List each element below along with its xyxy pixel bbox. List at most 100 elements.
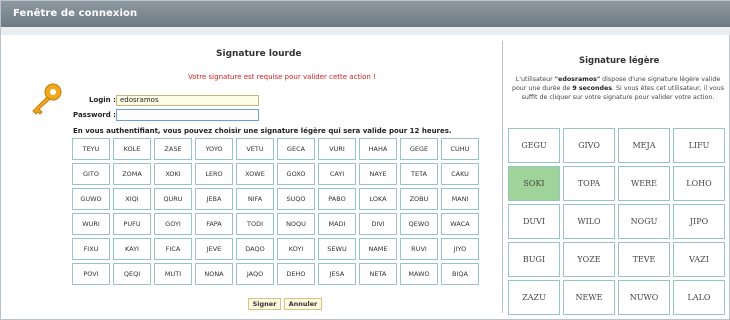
heavy-code-cell[interactable]: NETA: [359, 263, 397, 285]
heavy-code-cell[interactable]: KOLE: [113, 138, 151, 160]
light-signature-grid: GEGU GIVO MEJA LIFU SOKI TOPA WERE LOHO DUVI WILO…: [508, 128, 725, 315]
heavy-code-cell[interactable]: GECA: [277, 138, 315, 160]
heavy-code-cell[interactable]: GEGE: [400, 138, 438, 160]
light-code-cell[interactable]: LIFU: [673, 128, 725, 163]
heavy-code-cell[interactable]: WACA: [441, 213, 479, 235]
light-code-cell[interactable]: GIVO: [563, 128, 615, 163]
heavy-code-cell[interactable]: ZASE: [154, 138, 192, 160]
heavy-code-cell[interactable]: RUVI: [400, 238, 438, 260]
light-code-cell[interactable]: NUWO: [618, 280, 670, 315]
heavy-code-cell[interactable]: WURI: [72, 213, 110, 235]
heavy-code-cell[interactable]: NAYE: [359, 163, 397, 185]
heavy-code-cell[interactable]: CAKU: [441, 163, 479, 185]
light-signature-title: Signature légère: [579, 56, 660, 66]
heavy-code-cell[interactable]: JIYO: [441, 238, 479, 260]
heavy-code-cell[interactable]: SEWU: [318, 238, 356, 260]
light-code-cell[interactable]: GEGU: [508, 128, 560, 163]
heavy-code-cell[interactable]: QURU: [154, 188, 192, 210]
light-code-cell[interactable]: DUVI: [508, 204, 560, 239]
light-code-cell[interactable]: MEJA: [618, 128, 670, 163]
heavy-code-cell[interactable]: JAQO: [236, 263, 274, 285]
light-code-cell[interactable]: TOPA: [563, 166, 615, 201]
heavy-code-cell[interactable]: TODI: [236, 213, 274, 235]
key-icon: [32, 83, 62, 115]
heavy-code-cell[interactable]: MANI: [441, 188, 479, 210]
heavy-code-cell[interactable]: MUTI: [154, 263, 192, 285]
light-code-cell[interactable]: WILO: [563, 204, 615, 239]
heavy-code-cell[interactable]: ZOMA: [113, 163, 151, 185]
heavy-code-cell[interactable]: VETU: [236, 138, 274, 160]
heavy-code-cell[interactable]: TETA: [400, 163, 438, 185]
heavy-code-cell[interactable]: DEHO: [277, 263, 315, 285]
light-signature-info: En vous authentifiant, vous pouvez chois…: [73, 127, 452, 135]
heavy-code-cell[interactable]: MAWO: [400, 263, 438, 285]
light-code-cell[interactable]: VAZI: [673, 242, 725, 277]
heavy-code-cell[interactable]: POVI: [72, 263, 110, 285]
light-code-cell[interactable]: NEWE: [563, 280, 615, 315]
heavy-code-cell[interactable]: CAYI: [318, 163, 356, 185]
heavy-code-cell[interactable]: BIQA: [441, 263, 479, 285]
heavy-code-cell[interactable]: FAPA: [195, 213, 233, 235]
heavy-code-cell[interactable]: XOKI: [154, 163, 192, 185]
heavy-code-cell[interactable]: LERO: [195, 163, 233, 185]
heavy-code-cell[interactable]: JESA: [318, 263, 356, 285]
login-window: Fenêtre de connexion Signature lourde Vo…: [0, 0, 730, 320]
desc-prefix: L'utilisateur: [515, 76, 555, 83]
heavy-code-cell[interactable]: NONA: [195, 263, 233, 285]
heavy-code-cell[interactable]: PUFU: [113, 213, 151, 235]
light-code-cell[interactable]: WERE: [618, 166, 670, 201]
heavy-code-cell[interactable]: MADI: [318, 213, 356, 235]
password-label: Password :: [73, 111, 116, 119]
heavy-code-cell[interactable]: GITO: [72, 163, 110, 185]
heavy-code-cell[interactable]: XIQI: [113, 188, 151, 210]
heavy-code-cell[interactable]: SUQO: [277, 188, 315, 210]
window-title: Fenêtre de connexion: [1, 1, 730, 27]
light-code-cell[interactable]: LALO: [673, 280, 725, 315]
light-code-cell[interactable]: TEVE: [618, 242, 670, 277]
heavy-code-cell[interactable]: NOQU: [277, 213, 315, 235]
heavy-code-cell[interactable]: NAME: [359, 238, 397, 260]
heavy-code-cell[interactable]: KOYI: [277, 238, 315, 260]
desc-duration: 9 secondes: [572, 85, 612, 92]
heavy-code-cell[interactable]: FICA: [154, 238, 192, 260]
heavy-code-cell[interactable]: ZOBU: [400, 188, 438, 210]
heavy-code-cell[interactable]: PABO: [318, 188, 356, 210]
light-code-cell[interactable]: JIPO: [673, 204, 725, 239]
heavy-code-cell[interactable]: LOKA: [359, 188, 397, 210]
heavy-code-cell[interactable]: XOWE: [236, 163, 274, 185]
cancel-button[interactable]: Annuler: [284, 298, 322, 310]
heavy-code-cell[interactable]: TEYU: [72, 138, 110, 160]
heavy-code-cell[interactable]: HAHA: [359, 138, 397, 160]
login-field[interactable]: edosramos: [116, 95, 259, 106]
desc-user: "edosramos": [554, 76, 601, 83]
title-separator: [1, 27, 730, 35]
heavy-code-cell[interactable]: QEQI: [113, 263, 151, 285]
heavy-code-cell[interactable]: CUHU: [441, 138, 479, 160]
heavy-code-cell[interactable]: FIXU: [72, 238, 110, 260]
heavy-signature-grid: TEYU KOLE ZASE YOYO VETU GECA VURI HAHA GEGE CUHU…: [72, 138, 479, 285]
heavy-code-cell[interactable]: QEWO: [400, 213, 438, 235]
sign-button[interactable]: Signer: [248, 298, 281, 310]
heavy-code-cell[interactable]: KAYI: [113, 238, 151, 260]
heavy-code-cell[interactable]: DAQO: [236, 238, 274, 260]
light-code-cell[interactable]: SOKI: [508, 166, 560, 201]
light-signature-description: L'utilisateur "edosramos" dispose d'une …: [509, 75, 727, 102]
heavy-code-cell[interactable]: YOYO: [195, 138, 233, 160]
password-field[interactable]: [116, 109, 259, 121]
signature-required-warning: Votre signature est requise pour valider…: [188, 73, 376, 81]
light-code-cell[interactable]: NOGU: [618, 204, 670, 239]
heavy-code-cell[interactable]: DIVI: [359, 213, 397, 235]
heavy-code-cell[interactable]: VURI: [318, 138, 356, 160]
heavy-signature-title: Signature lourde: [216, 49, 302, 59]
light-code-cell[interactable]: LOHO: [673, 166, 725, 201]
login-label: Login :: [89, 96, 116, 104]
heavy-code-cell[interactable]: GOXO: [277, 163, 315, 185]
heavy-code-cell[interactable]: JEBA: [195, 188, 233, 210]
light-code-cell[interactable]: ZAZU: [508, 280, 560, 315]
light-code-cell[interactable]: YOZE: [563, 242, 615, 277]
heavy-code-cell[interactable]: GUWO: [72, 188, 110, 210]
heavy-code-cell[interactable]: GOYI: [154, 213, 192, 235]
heavy-code-cell[interactable]: JEVE: [195, 238, 233, 260]
light-code-cell[interactable]: BUGI: [508, 242, 560, 277]
heavy-code-cell[interactable]: NIFA: [236, 188, 274, 210]
